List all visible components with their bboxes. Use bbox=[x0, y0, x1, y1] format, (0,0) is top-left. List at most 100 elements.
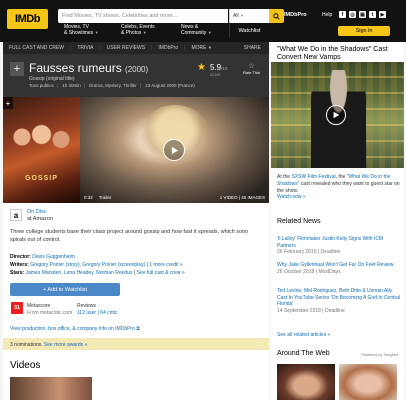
on-disc-store: at Amazon bbox=[27, 215, 53, 222]
subnav-more[interactable]: MORE ▼ bbox=[191, 45, 211, 51]
more-awards-link[interactable]: See more awards » bbox=[44, 342, 87, 348]
video-thumbnail[interactable] bbox=[10, 377, 92, 400]
poster-title-text: GOSSIP bbox=[25, 175, 58, 182]
caret-down-icon: ▼ bbox=[207, 30, 212, 35]
subnav-more-label: MORE bbox=[191, 45, 207, 51]
caret-down-icon: ▼ bbox=[142, 30, 147, 35]
sign-in-button[interactable]: Sign in bbox=[338, 26, 390, 36]
external-link-icon: ⧉ bbox=[136, 326, 140, 332]
main-column: FULL CAST AND CREW | TRIVIA | USER REVIEWS… bbox=[3, 42, 269, 400]
caption-text: , the bbox=[335, 174, 346, 180]
sxsw-link[interactable]: SXSW Film Festival bbox=[291, 174, 335, 180]
chevron-down-icon: ▼ bbox=[207, 45, 212, 50]
trailer-duration: 0:32 bbox=[84, 195, 93, 200]
videos-link[interactable]: 1 VIDEO bbox=[220, 195, 238, 200]
movie-year[interactable]: (2000) bbox=[125, 65, 148, 74]
stars-label: Stars: bbox=[10, 270, 25, 276]
imdb-logo[interactable]: IMDb bbox=[7, 9, 48, 29]
news-title[interactable]: Ted Levine, Mel Rodriguez, Beth Ditto & … bbox=[277, 288, 401, 308]
twitter-icon[interactable]: t bbox=[369, 11, 376, 18]
chevron-down-icon: ▼ bbox=[239, 13, 244, 18]
production-link-text: View production, box office, & company i… bbox=[10, 326, 135, 332]
news-date: 14 September 2018 | Deadline bbox=[277, 307, 345, 314]
help-link[interactable]: Help bbox=[322, 12, 332, 18]
reviews-counts[interactable]: 112 user | 64 critic bbox=[77, 310, 117, 317]
subnav-divider: | bbox=[184, 45, 186, 51]
stars-link[interactable]: James Marsden, Lena Headey, Norman Reedu… bbox=[26, 270, 133, 276]
director-link[interactable]: Davis Guggenheim bbox=[32, 254, 75, 260]
movie-name: Fausses rumeurs bbox=[29, 61, 122, 75]
news-title[interactable]: 'Il Lalloy' Filmmaker Justin Kelly Signs… bbox=[277, 236, 401, 249]
poster-artwork bbox=[9, 117, 74, 167]
featured-video[interactable] bbox=[271, 62, 404, 168]
nominations-text: 3 nominations. bbox=[10, 342, 43, 348]
watch-now-link[interactable]: Watch now » bbox=[277, 194, 306, 200]
writers-label: Writers: bbox=[10, 262, 29, 268]
genres[interactable]: Drama, Mystery, Thriller bbox=[89, 83, 137, 88]
youtube-icon[interactable]: ▶ bbox=[379, 11, 386, 18]
full-cast-link[interactable]: See full cast & crew bbox=[137, 270, 181, 276]
see-all-articles-link[interactable]: See all related articles » bbox=[277, 332, 330, 338]
subnav-user-reviews[interactable]: USER REVIEWS bbox=[107, 45, 145, 51]
nav-movies-tv[interactable]: Movies, TV & Showtimes ▼ bbox=[64, 24, 99, 36]
featured-video-title[interactable]: "What We Do in the Shadows" Cast Convert… bbox=[277, 46, 399, 62]
nav-news-line2: Community bbox=[181, 30, 207, 36]
zergnet-thumbnail[interactable] bbox=[277, 364, 335, 400]
search-category-select[interactable]: All ▼ bbox=[229, 9, 269, 23]
metascore-label[interactable]: Metascore bbox=[27, 303, 72, 310]
share-button[interactable]: SHARE bbox=[244, 45, 261, 51]
help-label: Help bbox=[322, 12, 333, 18]
news-title[interactable]: Why Jake Gyllenhaal Won't Get Far On Fee… bbox=[277, 262, 401, 269]
subnav-trivia[interactable]: TRIVIA bbox=[77, 45, 93, 51]
add-to-watchlist-button[interactable]: + Add to Watchlist bbox=[10, 283, 120, 296]
news-date: 26 February 2019 | Deadline bbox=[277, 249, 341, 255]
add-to-watchlist-plus[interactable]: + bbox=[10, 62, 24, 76]
on-disc-link[interactable]: On Disc at Amazon bbox=[27, 209, 53, 222]
writers-credit: Writers: Gregory Poirier (story), Gregor… bbox=[10, 262, 183, 268]
rate-this-button[interactable]: ☆ Rate This bbox=[243, 62, 260, 75]
trailer-label: Trailer bbox=[98, 195, 112, 200]
sidebar: "What We Do in the Shadows" Cast Convert… bbox=[271, 42, 404, 400]
videos-heading: Videos bbox=[10, 360, 41, 371]
images-link[interactable]: 45 IMAGES bbox=[241, 195, 265, 200]
play-icon[interactable] bbox=[326, 105, 346, 125]
nav-celebs[interactable]: Celebs, Events & Photos ▼ bbox=[121, 24, 155, 36]
play-triangle bbox=[333, 111, 340, 119]
movie-poster[interactable]: GOSSIP + bbox=[3, 97, 80, 203]
poster-add-watchlist[interactable]: + bbox=[3, 97, 13, 109]
metascore-badge[interactable]: 31 bbox=[11, 302, 23, 314]
metascore-source: From metacritic.com bbox=[27, 310, 73, 316]
meta-divider: | bbox=[56, 83, 58, 88]
imdbpro-link[interactable]: IMDbPro bbox=[284, 12, 307, 18]
writers-link[interactable]: Gregory Poirier (story), Gregory Poirier… bbox=[30, 262, 145, 268]
nav-news-community[interactable]: News & Community ▼ bbox=[181, 24, 212, 36]
stars-credit: Stars: James Marsden, Lena Headey, Norma… bbox=[10, 270, 185, 276]
subnav-full-cast[interactable]: FULL CAST AND CREW bbox=[9, 45, 64, 51]
media-links: 1 VIDEO | 45 IMAGES bbox=[219, 195, 265, 200]
caret-down-icon: ▼ bbox=[94, 30, 99, 35]
rating-count[interactable]: 12,697 bbox=[210, 73, 221, 77]
news-item: Why Jake Gyllenhaal Won't Get Far On Fee… bbox=[277, 262, 401, 275]
instagram-icon[interactable]: ◎ bbox=[349, 11, 356, 18]
facebook-icon[interactable]: f bbox=[339, 11, 346, 18]
release-date[interactable]: 23 August 2000 (France) bbox=[145, 83, 195, 88]
outline-star-icon: ☆ bbox=[248, 63, 255, 70]
nav-celebs-line2: & Photos bbox=[121, 30, 142, 36]
production-info-link[interactable]: View production, box office, & company i… bbox=[10, 326, 140, 332]
movie-title: Fausses rumeurs (2000) bbox=[29, 61, 148, 75]
subnav-divider: | bbox=[151, 45, 153, 51]
director-label: Director: bbox=[10, 254, 31, 260]
play-icon[interactable] bbox=[163, 139, 185, 161]
more-credits-link[interactable]: 1 more credit bbox=[149, 262, 178, 268]
search-button[interactable] bbox=[269, 9, 284, 23]
twitch-icon[interactable]: ▣ bbox=[359, 11, 366, 18]
watchlist-nav[interactable]: Watchlist bbox=[229, 24, 269, 37]
zergnet-thumbnail[interactable] bbox=[339, 364, 397, 400]
trailer-player[interactable]: 0:32 Trailer 1 VIDEO | 45 IMAGES bbox=[80, 97, 269, 203]
powered-by: Powered by ZergNet bbox=[361, 352, 398, 357]
plot-summary: Three college students base their class … bbox=[10, 229, 249, 243]
news-date: 26 October 2018 | MostDays bbox=[277, 268, 341, 275]
search-input[interactable]: Find Movies, TV shows, Celebrities and m… bbox=[58, 9, 228, 23]
subnav-imdbpro[interactable]: IMDbPro bbox=[158, 45, 178, 51]
rating-value: 5.9 bbox=[210, 63, 222, 72]
